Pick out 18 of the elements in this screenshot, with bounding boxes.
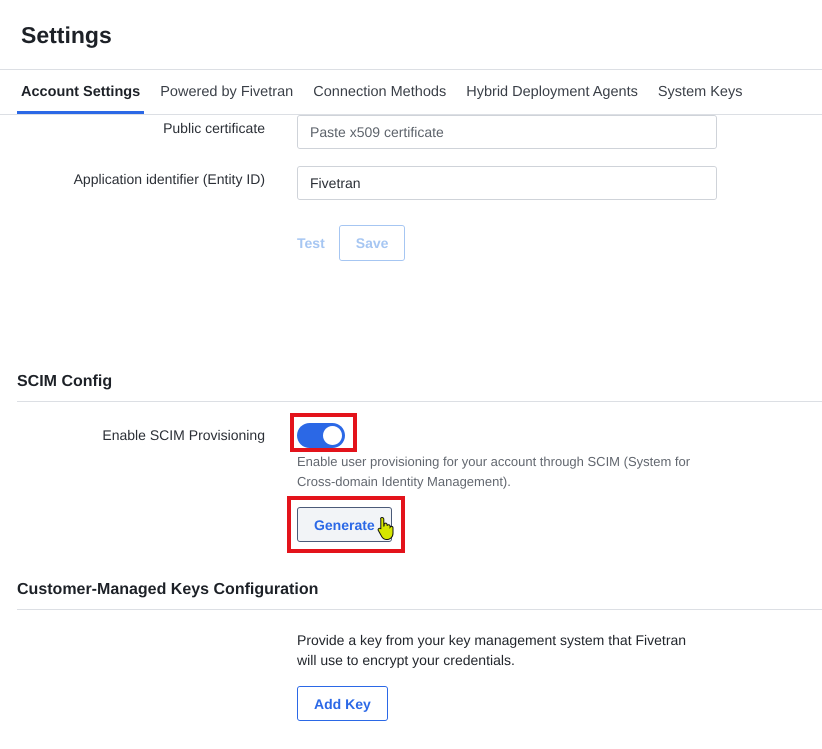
field-label: Application identifier (Entity ID) bbox=[74, 170, 265, 188]
description-text: Enable user provisioning for your account through SCIM (System for Cross-domain Identity Management). bbox=[297, 453, 692, 491]
input-field[interactable]: Fivetran bbox=[297, 166, 717, 200]
page-title: Settings bbox=[21, 20, 112, 48]
tab[interactable]: Account Settings bbox=[17, 70, 144, 114]
toggle-label: Enable SCIM Provisioning bbox=[102, 426, 265, 445]
tab[interactable]: System Keys bbox=[654, 70, 746, 114]
input-field[interactable]: Paste x509 certificate bbox=[297, 115, 717, 149]
toggle-switch[interactable] bbox=[297, 423, 345, 448]
description-text: Provide a key from your key management system that Fivetran will use to encrypt your credentials. bbox=[297, 631, 688, 670]
section-heading: SCIM Config bbox=[17, 372, 114, 392]
tab[interactable]: Hybrid Deployment Agents bbox=[462, 70, 642, 114]
section-heading: Customer-Managed Keys Configuration bbox=[17, 580, 320, 600]
hand-cursor-icon bbox=[377, 516, 395, 540]
add-key-button[interactable]: Add Key bbox=[297, 686, 388, 721]
field-label: Public certificate bbox=[163, 119, 265, 137]
tab[interactable]: Powered by Fivetran bbox=[156, 70, 298, 114]
tab[interactable]: Connection Methods bbox=[309, 70, 450, 114]
